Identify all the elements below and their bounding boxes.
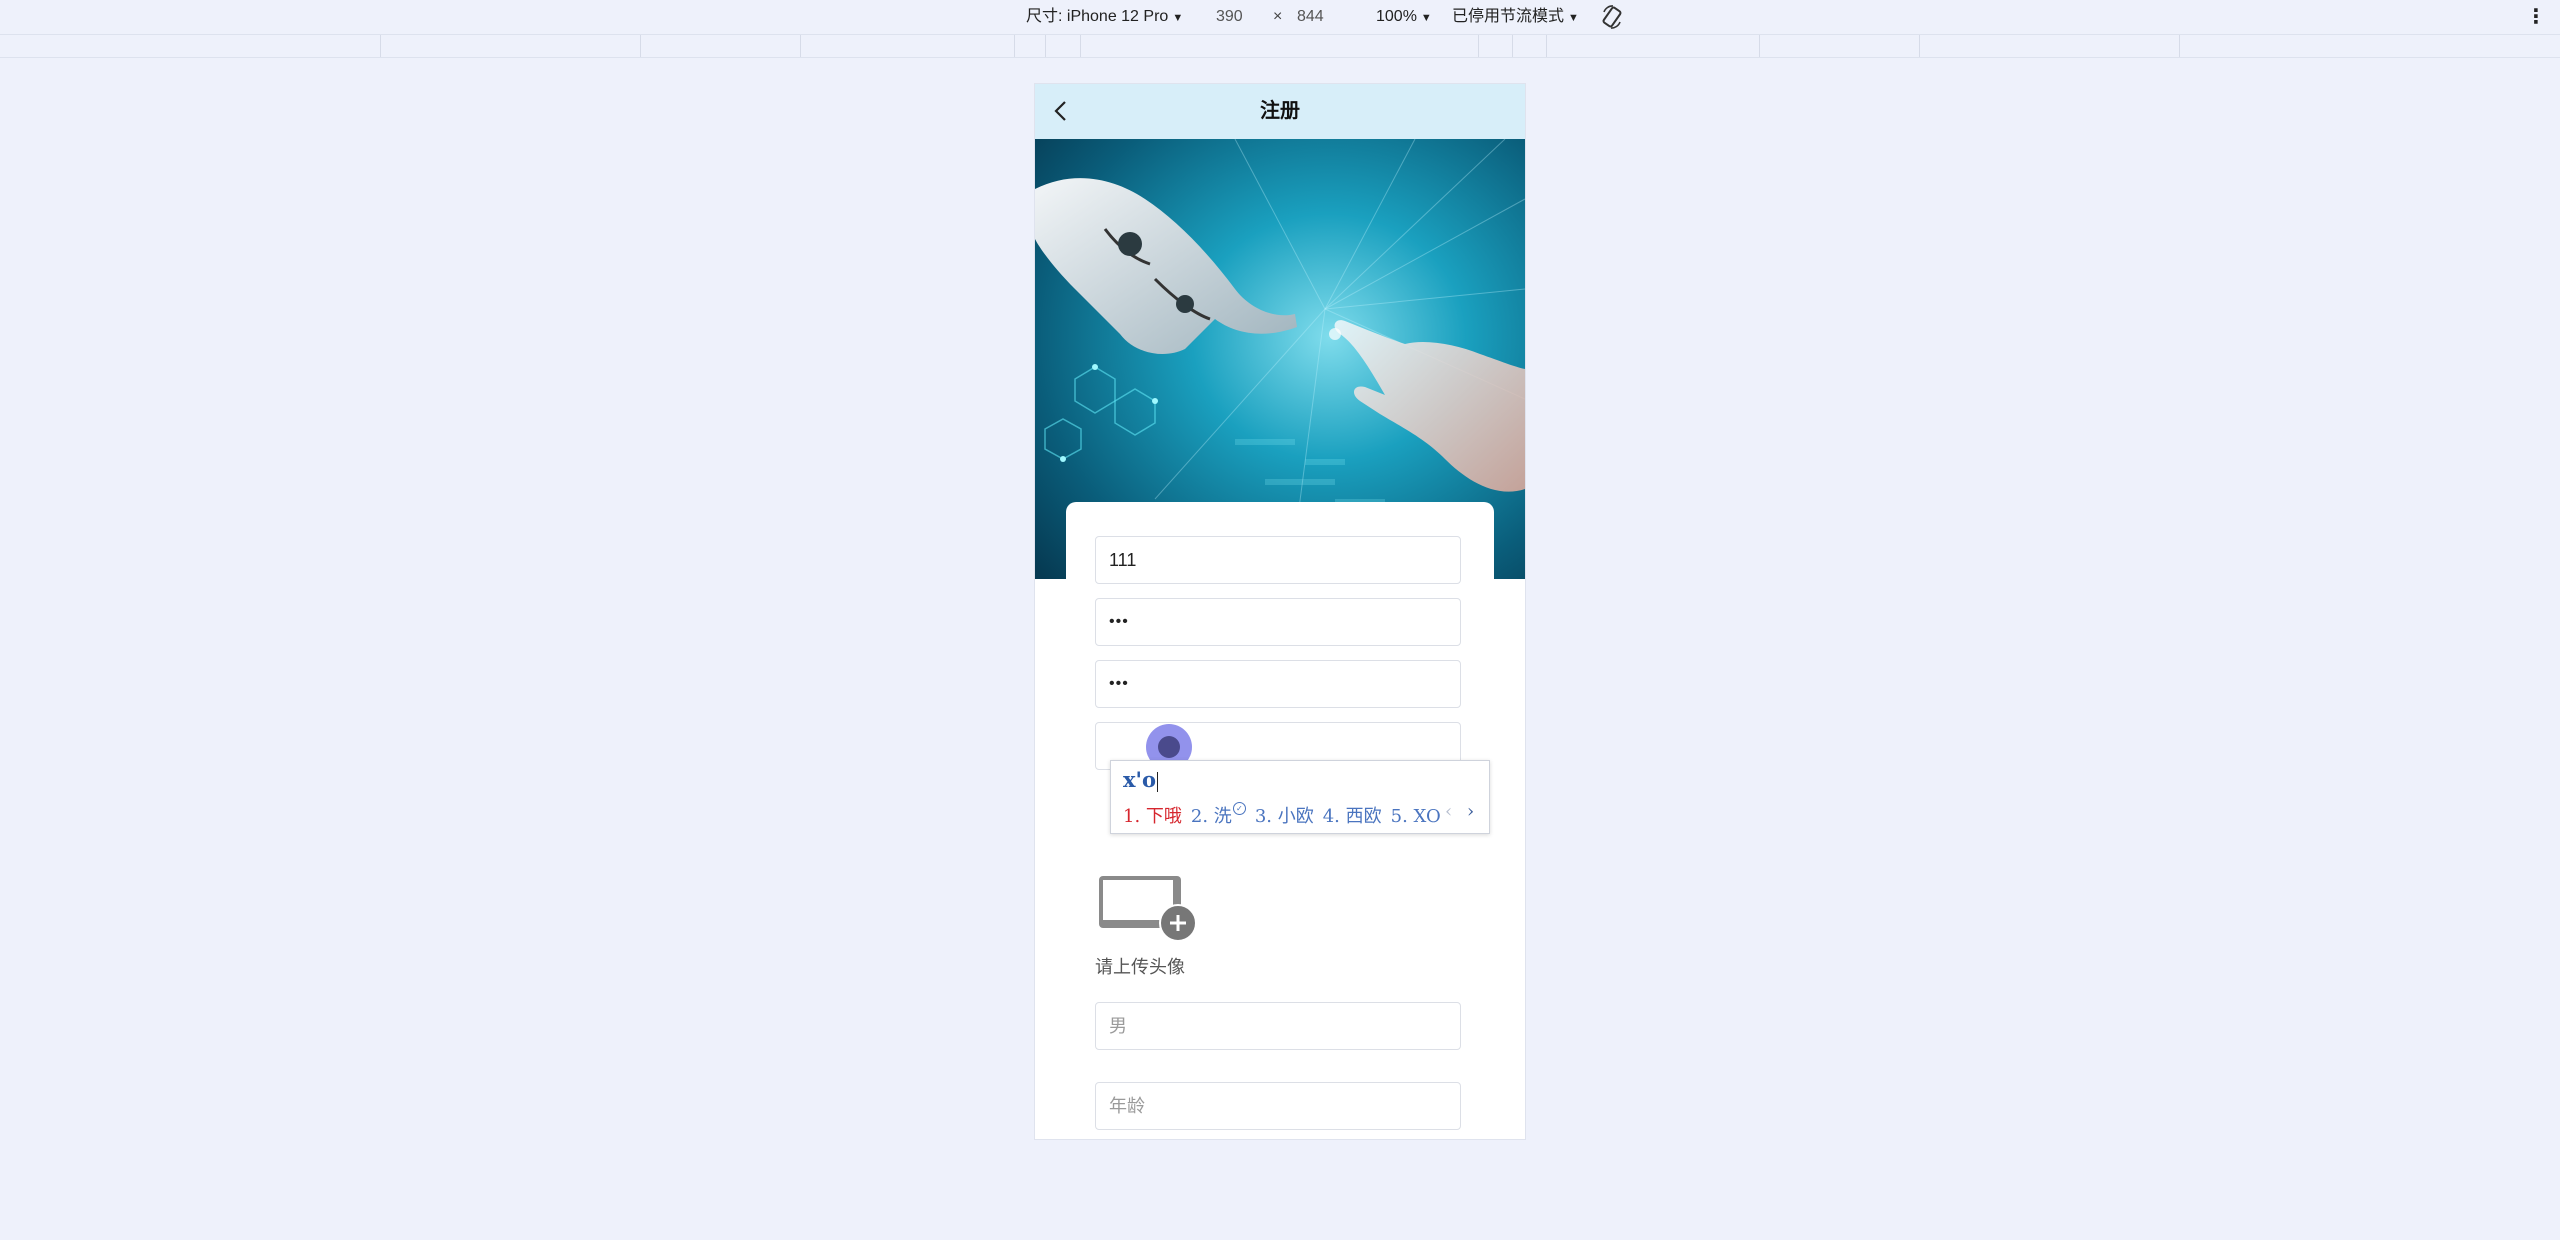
ime-composition-text: x'o [1123,767,1156,792]
password-input[interactable]: ••• [1095,598,1461,646]
caret-down-icon: ▼ [1172,12,1184,24]
height-input[interactable]: 844 [1297,0,1324,34]
more-options-icon[interactable]: ⋮ [2526,0,2546,34]
nav-bar: 注册 [1035,84,1525,140]
confirm-password-input[interactable]: ••• [1095,660,1461,708]
width-input[interactable]: 390 [1216,0,1243,34]
throttle-label: 已停用节流模式 [1452,8,1565,25]
ruler-tick [1080,35,1081,57]
caret-down-icon: ▼ [1420,12,1432,24]
ruler-tick [1478,35,1479,57]
device-select[interactable]: 尺寸: iPhone 12 Pro ▼ [1026,0,1183,34]
ruler-tick [640,35,641,57]
zoom-select[interactable]: 100% ▼ [1376,0,1432,34]
ime-candidate[interactable]: 3. 小欧 [1255,806,1314,827]
caret-down-icon: ▼ [1568,12,1579,24]
phone-viewport: 注册 111 ••• ••• 请上传头像 男 年龄 [1035,84,1525,1139]
ruler-tick [2179,35,2180,57]
dimension-separator: × [1273,8,1283,25]
throttle-select[interactable]: 已停用节流模式 ▼ [1452,0,1579,34]
username-input[interactable]: 111 [1095,536,1461,584]
ruler-tick [1512,35,1513,57]
ruler-tick [800,35,801,57]
rotate-icon[interactable] [1601,2,1623,32]
ime-candidate-window: x'o 1. 下哦 2. 洗 ✓ 3. 小欧 4. 西欧 5. XO ‹ › [1110,760,1490,834]
ruler-tick [1014,35,1015,57]
device-label: 尺寸: iPhone 12 Pro [1026,8,1169,25]
ime-candidate[interactable]: 1. 下哦 [1123,806,1182,827]
ime-composition: x'o [1123,767,1158,792]
ime-candidate[interactable]: 4. 西欧 [1323,806,1382,827]
ime-next-page-icon[interactable]: › [1467,801,1474,822]
gender-select[interactable]: 男 [1095,1002,1461,1050]
ruler-tick [1546,35,1547,57]
zoom-label: 100% [1376,8,1417,25]
ruler-tick [1919,35,1920,57]
cloud-check-icon: ✓ [1232,802,1246,815]
ime-candidate-label: 2. 洗 [1190,806,1232,827]
age-input[interactable]: 年龄 [1095,1082,1461,1130]
ime-candidate[interactable]: 5. XO [1391,806,1441,827]
upload-plus-icon[interactable] [1159,904,1197,942]
ruler-tick [380,35,381,57]
ruler-tick [1045,35,1046,57]
media-query-ruler [0,34,2560,58]
upload-avatar-label: 请上传头像 [1095,957,1185,977]
ime-candidate-list: 1. 下哦 2. 洗 ✓ 3. 小欧 4. 西欧 5. XO [1123,802,1450,828]
devtools-toolbar: 尺寸: iPhone 12 Pro ▼ 390 × 844 100% ▼ 已停用节流… [0,0,2560,34]
ime-prev-page-icon[interactable]: ‹ [1445,801,1452,822]
page-title: 注册 [1260,100,1300,122]
ime-candidate[interactable]: 2. 洗 ✓ [1190,802,1246,827]
ruler-tick [1759,35,1760,57]
text-caret [1156,771,1158,792]
